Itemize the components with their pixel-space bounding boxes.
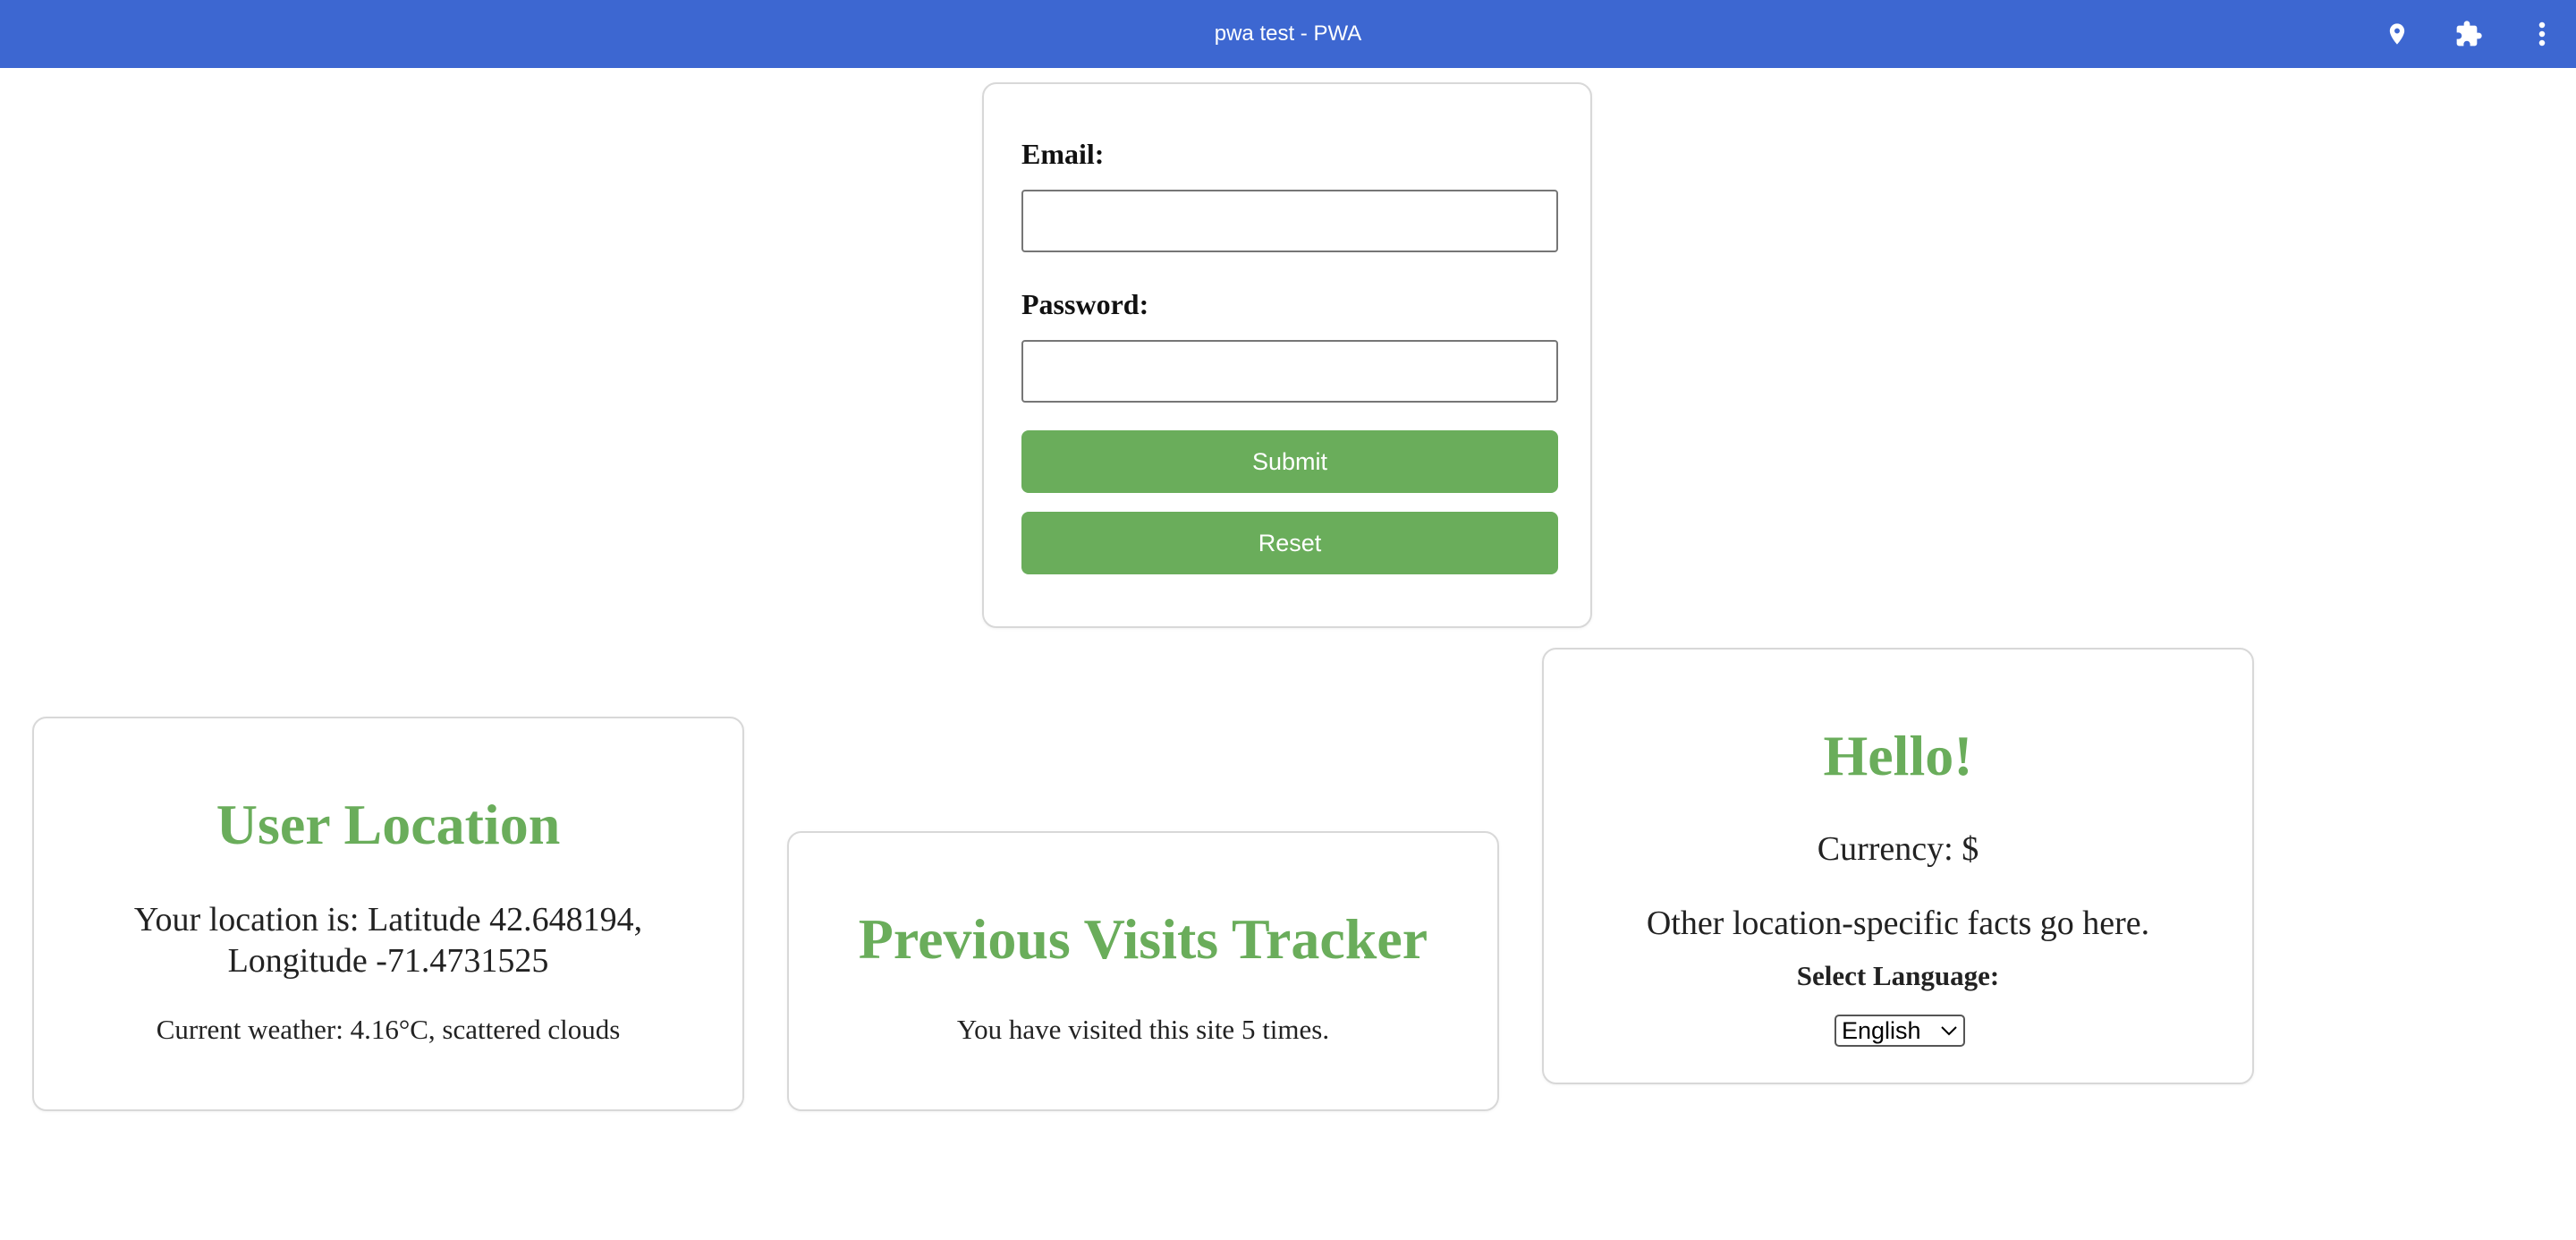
password-field[interactable] [1021,340,1558,403]
hello-title: Hello! [1823,724,1973,787]
password-label: Password: [1021,288,1149,320]
location-coordinates-line2: Longitude -71.4731525 [227,942,549,980]
window-title: pwa test - PWA [1214,21,1362,46]
email-field[interactable] [1021,190,1558,252]
select-language-label: Select Language: [1796,960,2000,991]
location-coordinates-line1: Your location is: Latitude 42.648194, [133,901,643,938]
location-pin-icon[interactable] [2379,16,2415,52]
language-select[interactable]: English [1835,1015,1965,1047]
user-location-card: User Location Your location is: Latitude… [32,717,744,1111]
currency-text: Currency: $ [1817,830,1979,868]
hello-card: Hello! Currency: $ Other location-specif… [1542,648,2254,1084]
login-form-card: Email: Password: Submit Reset [982,82,1592,628]
chevron-down-icon [1941,1026,1957,1036]
more-vertical-icon[interactable] [2524,16,2560,52]
visits-tracker-card: Previous Visits Tracker You have visited… [787,831,1499,1111]
reset-button[interactable]: Reset [1021,512,1558,574]
location-facts-text: Other location-specific facts go here. [1646,905,2150,942]
extensions-puzzle-icon[interactable] [2451,16,2487,52]
window-titlebar: pwa test - PWA [0,0,2576,68]
current-weather-text: Current weather: 4.16°C, scattered cloud… [156,1014,621,1045]
submit-button[interactable]: Submit [1021,430,1558,493]
visits-tracker-title: Previous Visits Tracker [858,907,1428,971]
user-location-title: User Location [216,793,561,856]
language-select-value: English [1842,1016,1921,1044]
visit-count-text: You have visited this site 5 times. [956,1014,1330,1045]
email-label: Email: [1021,138,1105,170]
